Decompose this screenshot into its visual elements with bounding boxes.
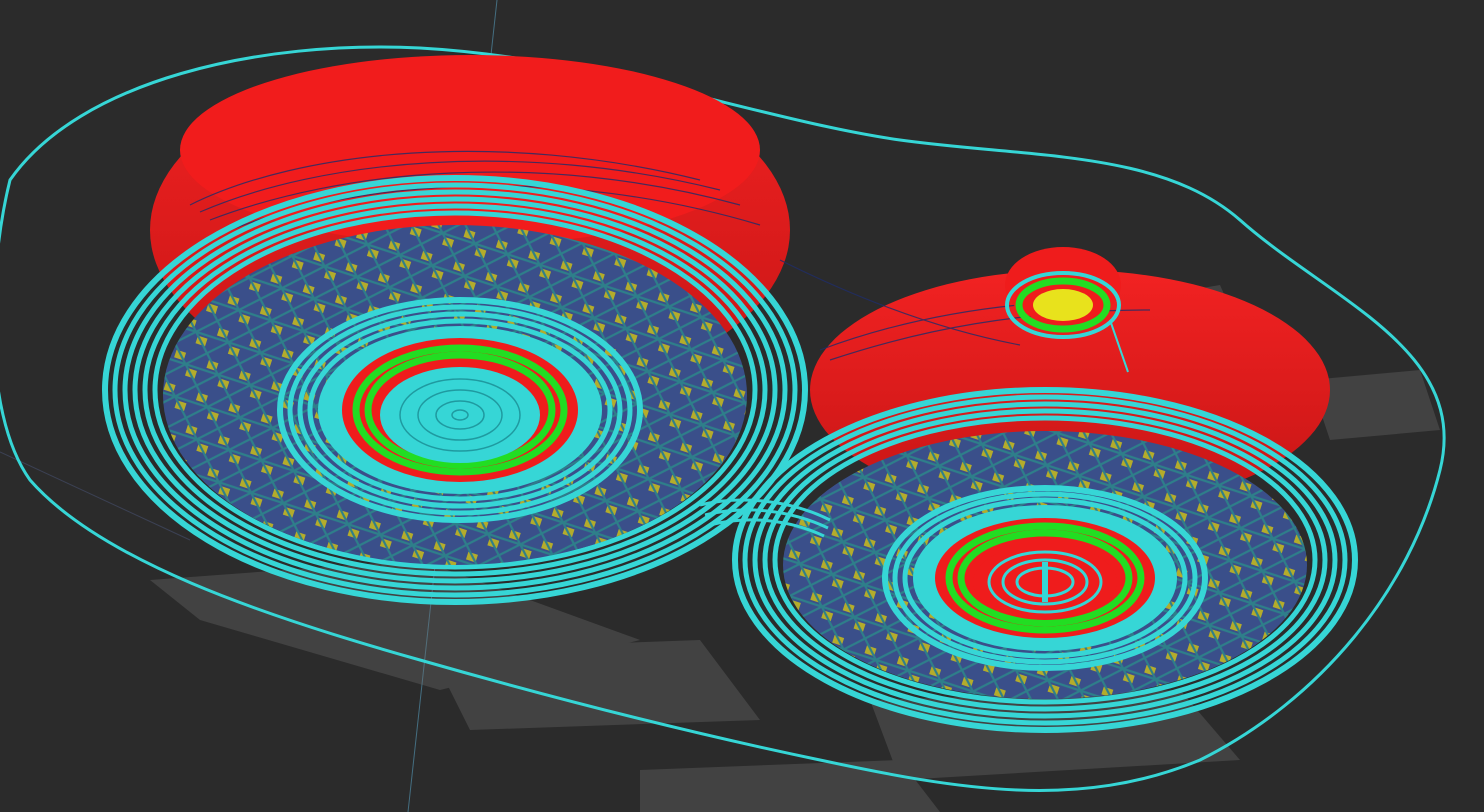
layer-preview-viewport[interactable] bbox=[0, 0, 1484, 812]
gcode-preview-canvas[interactable] bbox=[0, 0, 1484, 812]
large-gear-bore-floor bbox=[380, 367, 540, 463]
small-peg-top-fill bbox=[1033, 289, 1093, 321]
large-gear[interactable] bbox=[102, 55, 808, 605]
